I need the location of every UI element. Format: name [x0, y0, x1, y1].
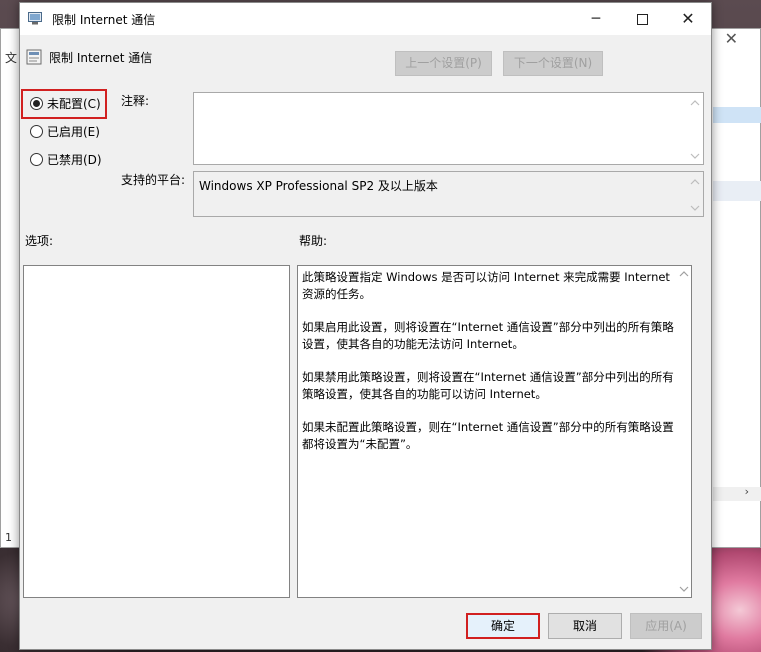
scroll-up-icon[interactable]	[689, 178, 701, 186]
scroll-down-icon[interactable]	[689, 152, 701, 160]
title-bar[interactable]: 限制 Internet 通信 ─ ✕	[20, 3, 711, 35]
parent-close-icon[interactable]: ✕	[725, 29, 738, 48]
policy-setting-icon	[26, 49, 42, 65]
radio-label: 已启用(E)	[47, 124, 100, 139]
policy-dialog: 限制 Internet 通信 ─ ✕ 限制 Internet 通信 上一个设置(…	[19, 2, 712, 650]
minimize-button[interactable]: ─	[573, 3, 619, 35]
apply-button[interactable]: 应用(A)	[630, 613, 702, 639]
previous-setting-button[interactable]: 上一个设置(P)	[395, 51, 492, 76]
maximize-icon	[636, 13, 648, 25]
help-paragraph: 如果启用此设置，则将设置在“Internet 通信设置”部分中列出的所有策略设置…	[302, 320, 674, 351]
radio-disabled[interactable]: 已禁用(D)	[30, 150, 102, 168]
help-paragraph: 此策略设置指定 Windows 是否可以访问 Internet 来完成需要 In…	[302, 270, 670, 301]
parent-menu-fragment: 文	[5, 51, 18, 65]
scroll-down-icon[interactable]	[689, 204, 701, 212]
help-pane: 此策略设置指定 Windows 是否可以访问 Internet 来完成需要 In…	[297, 265, 692, 598]
radio-button[interactable]	[30, 124, 43, 138]
cancel-button[interactable]: 取消	[548, 613, 622, 639]
close-button[interactable]: ✕	[665, 3, 711, 35]
maximize-button[interactable]	[619, 3, 665, 35]
radio-button[interactable]	[30, 96, 43, 110]
radio-button[interactable]	[30, 152, 43, 166]
radio-not-configured[interactable]: 未配置(C)	[30, 94, 101, 112]
ok-button[interactable]: 确定	[466, 613, 540, 639]
platform-value: Windows XP Professional SP2 及以上版本	[199, 179, 438, 193]
scroll-right-icon[interactable]: ›	[745, 485, 749, 498]
help-label: 帮助:	[299, 234, 328, 248]
scroll-up-icon[interactable]	[689, 99, 701, 107]
policy-window-icon	[28, 12, 42, 25]
help-scrollbar[interactable]	[677, 266, 691, 597]
scroll-up-icon[interactable]	[677, 270, 691, 278]
options-label: 选项:	[25, 234, 54, 248]
platform-field: Windows XP Professional SP2 及以上版本	[193, 171, 704, 217]
close-icon: ✕	[681, 9, 695, 28]
window-title: 限制 Internet 通信	[52, 13, 156, 27]
help-text: 此策略设置指定 Windows 是否可以访问 Internet 来完成需要 In…	[302, 269, 677, 469]
radio-label: 已禁用(D)	[47, 152, 102, 167]
parent-row	[713, 181, 761, 201]
radio-enabled[interactable]: 已启用(E)	[30, 122, 100, 140]
help-paragraph: 如果未配置此策略设置，则在“Internet 通信设置”部分中的所有策略设置都将…	[302, 420, 674, 451]
parent-horizontal-scrollbar[interactable]: ›	[713, 485, 761, 501]
minimize-icon: ─	[591, 11, 601, 27]
platform-label: 支持的平台:	[121, 173, 186, 187]
scroll-down-icon[interactable]	[677, 585, 691, 593]
policy-title: 限制 Internet 通信	[49, 51, 153, 65]
comment-label: 注释:	[121, 94, 150, 108]
radio-label: 未配置(C)	[47, 96, 101, 111]
options-pane	[23, 265, 290, 598]
parent-selected-row	[713, 107, 761, 123]
next-setting-button[interactable]: 下一个设置(N)	[503, 51, 603, 76]
help-paragraph: 如果禁用此策略设置，则将设置在“Internet 通信设置”部分中列出的所有策略…	[302, 370, 674, 401]
comment-field[interactable]	[193, 92, 704, 165]
